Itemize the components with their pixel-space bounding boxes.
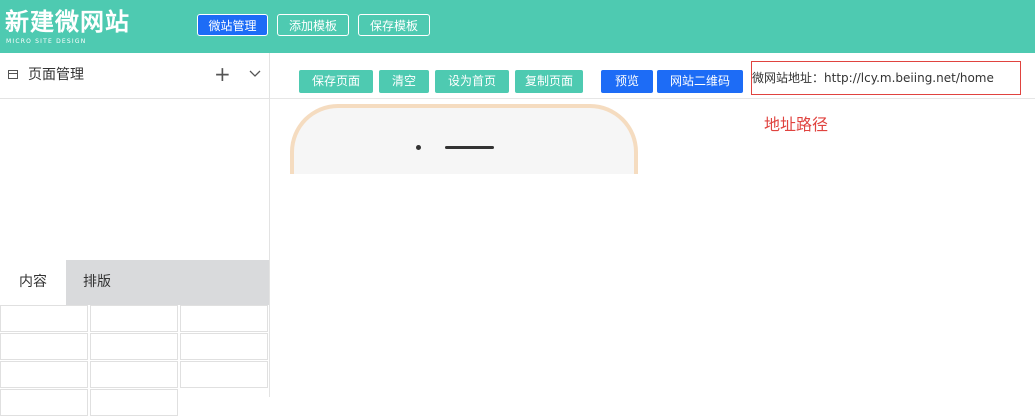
preview-button[interactable]: 预览 [601,70,653,93]
site-url-label: 微网站地址： [752,71,825,85]
component-cell[interactable] [180,305,268,332]
tab-content[interactable]: 内容 [0,260,66,305]
app-logo-title: 新建微网站 [5,8,130,36]
page-icon [8,70,18,79]
phone-frame [290,104,638,174]
url-path-annotation: 地址路径 [764,115,829,134]
add-template-button[interactable]: 添加模板 [277,14,349,36]
component-cell[interactable] [90,389,178,416]
page-management-header: 页面管理 + [0,53,269,99]
plus-icon[interactable]: + [214,62,231,86]
page-management-title: 页面管理 [28,67,84,83]
save-page-button[interactable]: 保存页面 [299,70,373,93]
sidebar-tabs: 内容 排版 [0,260,269,305]
sidebar: 页面管理 + 内容 排版 [0,53,270,416]
component-cell[interactable] [0,333,88,360]
component-cell[interactable] [90,333,178,360]
phone-camera-icon [416,145,421,150]
save-template-button[interactable]: 保存模板 [358,14,430,36]
component-cell[interactable] [90,305,178,332]
component-cell[interactable] [180,333,268,360]
site-url-value: http://lcy.m.beiing.net/home [824,71,994,85]
component-cell[interactable] [180,361,268,388]
phone-preview [290,104,638,174]
phone-speaker-icon [445,146,494,149]
site-management-button[interactable]: 微站管理 [197,14,268,36]
chevron-down-icon[interactable] [249,67,261,79]
clear-button[interactable]: 清空 [379,70,429,93]
component-cell[interactable] [0,389,88,416]
copy-page-button[interactable]: 复制页面 [515,70,583,93]
site-qrcode-button[interactable]: 网站二维码 [657,70,743,93]
top-header: 新建微网站 MICRO SITE DESIGN 微站管理 添加模板 保存模板 [0,0,1035,53]
site-url-box: 微网站地址：http://lcy.m.beiing.net/home [751,61,1021,95]
app-logo-subtitle: MICRO SITE DESIGN [6,38,87,45]
tab-layout[interactable]: 排版 [66,260,128,305]
toolbar-divider [270,98,1035,99]
set-home-button[interactable]: 设为首页 [435,70,509,93]
component-cell[interactable] [90,361,178,388]
component-cell[interactable] [0,361,88,388]
component-cell[interactable] [0,305,88,332]
